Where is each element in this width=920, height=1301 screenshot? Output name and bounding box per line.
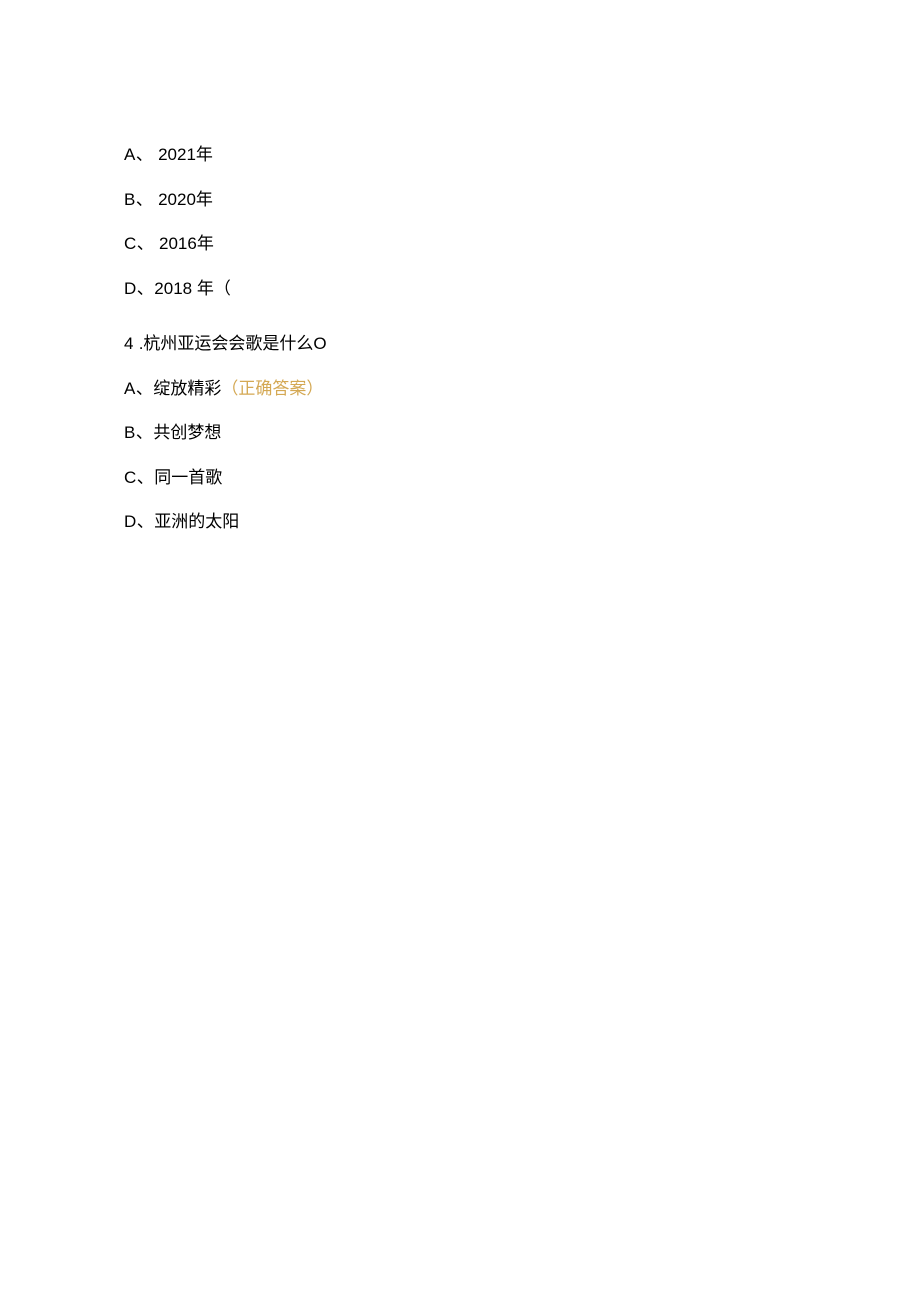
option-label: A、 [124, 379, 153, 398]
option-label: C、 [124, 468, 154, 487]
option-text: 同一首歌 [154, 468, 222, 487]
option-label: B、 [124, 190, 153, 209]
q4-option-d: D、亚洲的太阳 [124, 509, 920, 535]
question-number: 4 [124, 334, 134, 353]
q4-option-b: B、共创梦想 [124, 420, 920, 446]
q3-option-d: D、2018 年（ [124, 276, 920, 302]
question-text: .杭州亚运会会歌是什么O [134, 334, 327, 353]
q3-option-b: B、 2020年 [124, 187, 920, 213]
q4-option-c: C、同一首歌 [124, 465, 920, 491]
option-text: 2021年 [158, 145, 213, 164]
option-label: D、 [124, 512, 154, 531]
option-text: 共创梦想 [153, 423, 221, 442]
option-label: D、 [124, 279, 154, 298]
option-label: B、 [124, 423, 153, 442]
option-label: C、 [124, 234, 154, 253]
q3-option-c: C、 2016年 [124, 231, 920, 257]
correct-answer-label: （正确答案） [221, 379, 323, 398]
option-label: A、 [124, 145, 153, 164]
option-text: 2016年 [159, 234, 214, 253]
option-text: 2018 年（ [154, 279, 231, 298]
option-text: 2020年 [158, 190, 213, 209]
option-text: 绽放精彩 [153, 379, 221, 398]
q4-option-a: A、绽放精彩（正确答案） [124, 376, 920, 402]
q4-question: 4 .杭州亚运会会歌是什么O [124, 331, 920, 357]
q3-option-a: A、 2021年 [124, 142, 920, 168]
option-text: 亚洲的太阳 [154, 512, 239, 531]
